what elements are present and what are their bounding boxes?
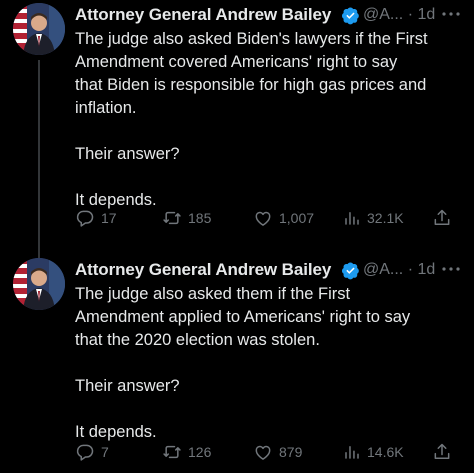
text-line: inflation. <box>75 99 137 117</box>
view-count: 32.1K <box>367 210 404 226</box>
verified-badge-icon <box>341 262 359 280</box>
share-button[interactable] <box>432 206 452 230</box>
tweet-header: Attorney General Andrew Bailey @A... · 1… <box>75 0 462 28</box>
verified-badge-icon <box>341 7 359 25</box>
repost-icon <box>163 211 181 225</box>
tweet-header: Attorney General Andrew Bailey @A... · 1… <box>75 255 462 283</box>
like-button[interactable]: 879 <box>253 440 302 464</box>
views-bar-chart-icon <box>345 212 359 225</box>
text-line: Their answer? <box>75 377 180 395</box>
text-line: The judge also asked them if the First <box>75 285 351 303</box>
author-handle-and-time[interactable]: @A... · 1d <box>363 6 435 24</box>
repost-count: 126 <box>188 444 212 460</box>
text-line: The judge also asked Biden's lawyers if … <box>75 30 428 48</box>
repost-button[interactable]: 126 <box>162 440 211 464</box>
share-icon <box>434 443 450 459</box>
tweet-content: Attorney General Andrew Bailey @A... · 1… <box>75 0 462 212</box>
repost-icon <box>163 445 181 459</box>
text-line: Amendment applied to Americans' right to… <box>75 308 411 326</box>
avatar-photo-icon <box>13 258 65 310</box>
tweet-text: The judge also asked Biden's lawyers if … <box>75 28 462 212</box>
repost-count: 185 <box>188 210 212 226</box>
author-name[interactable]: Attorney General Andrew Bailey <box>75 5 331 25</box>
avatar[interactable] <box>13 258 65 310</box>
views-button[interactable]: 14.6K <box>343 440 404 464</box>
reply-icon <box>76 210 94 227</box>
text-line: Amendment covered Americans' right to sa… <box>75 53 398 71</box>
like-count: 879 <box>279 444 303 460</box>
author-name[interactable]: Attorney General Andrew Bailey <box>75 260 331 280</box>
timestamp[interactable]: · 1d <box>408 261 436 278</box>
avatar-photo-icon <box>13 3 65 55</box>
reply-icon <box>76 444 94 461</box>
views-bar-chart-icon <box>345 446 359 459</box>
reply-button[interactable]: 17 <box>75 206 117 230</box>
reply-count: 7 <box>101 444 109 460</box>
view-count: 14.6K <box>367 444 404 460</box>
repost-button[interactable]: 185 <box>162 206 211 230</box>
text-line: Their answer? <box>75 145 180 163</box>
reply-button[interactable]: 7 <box>75 440 109 464</box>
author-handle-and-time[interactable]: @A... · 1d <box>363 261 435 279</box>
share-button[interactable] <box>432 440 452 464</box>
tweet-actions: 7 126 879 14.6K <box>75 440 474 464</box>
tweet-content: Attorney General Andrew Bailey @A... · 1… <box>75 255 462 444</box>
timestamp[interactable]: · 1d <box>408 6 436 23</box>
thread-line <box>38 60 40 260</box>
views-button[interactable]: 32.1K <box>343 206 404 230</box>
like-count: 1,007 <box>279 210 315 226</box>
share-icon <box>434 209 450 225</box>
heart-icon <box>255 211 271 226</box>
text-line: that Biden is responsible for high gas p… <box>75 76 427 94</box>
like-button[interactable]: 1,007 <box>253 206 314 230</box>
text-line: that the 2020 election was stolen. <box>75 331 320 349</box>
tweet[interactable]: Attorney General Andrew Bailey @A... · 1… <box>0 0 474 260</box>
tweet-text: The judge also asked them if the First A… <box>75 283 462 444</box>
tweet[interactable]: Attorney General Andrew Bailey @A... · 1… <box>0 252 474 473</box>
reply-count: 17 <box>101 210 117 226</box>
heart-icon <box>255 445 271 460</box>
avatar[interactable] <box>13 3 65 55</box>
tweet-actions: 17 185 1,007 32.1K <box>75 206 474 230</box>
more-horizontal-icon[interactable] <box>440 6 462 22</box>
more-horizontal-icon[interactable] <box>440 261 462 277</box>
